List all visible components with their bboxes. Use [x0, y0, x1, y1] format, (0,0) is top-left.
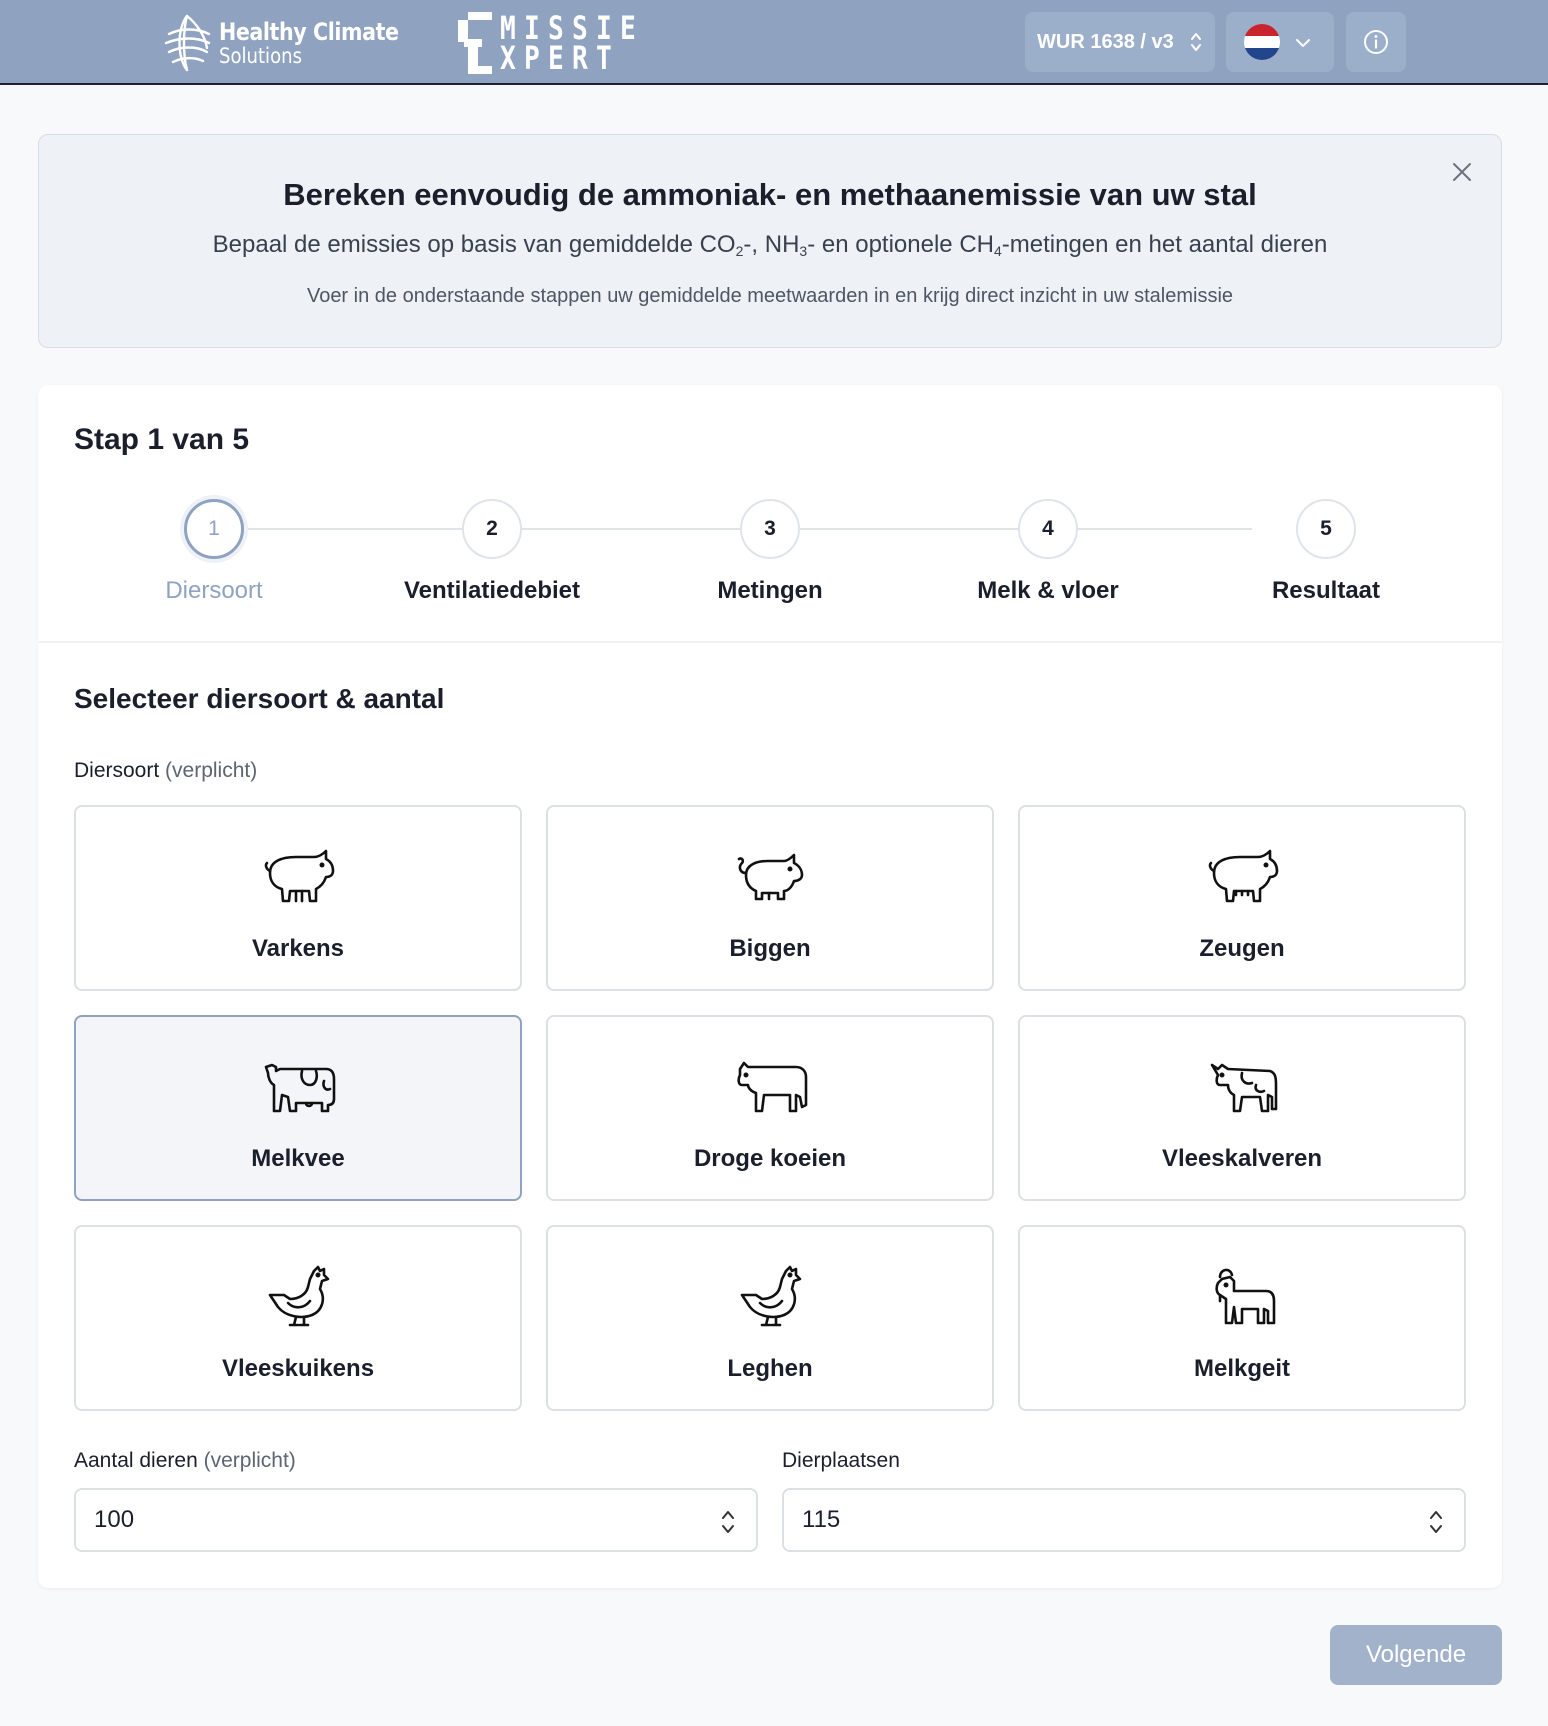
emissie-logo-line2: XPERT — [500, 39, 620, 77]
animal-tile-varkens[interactable]: Varkens — [74, 805, 522, 991]
info-button[interactable] — [1346, 12, 1406, 72]
language-select[interactable] — [1226, 12, 1334, 72]
animal-form-card: Selecteer diersoort & aantal Diersoort (… — [38, 643, 1502, 1588]
emissie-expert-logo[interactable]: MISSIE XPERT — [458, 12, 636, 77]
version-select-value: WUR 1638 / v3 — [1037, 30, 1174, 53]
animal-tile-label: Zeugen — [1199, 935, 1285, 962]
animal-tile-leghen[interactable]: Leghen — [546, 1225, 994, 1411]
animal-count-value: 100 — [94, 1506, 135, 1533]
step-1-circle[interactable]: 1 — [184, 499, 244, 559]
animal-tile-label: Varkens — [251, 935, 345, 962]
brand-name: Healthy Climate — [219, 17, 399, 46]
animal-count-label: Aantal dieren (verplicht) — [74, 1449, 296, 1472]
chevron-up-down-icon — [1191, 33, 1201, 51]
animal-places-label: Dierplaatsen — [782, 1449, 900, 1472]
healthy-climate-logo[interactable]: Healthy Climate Solutions — [163, 12, 428, 74]
calf-icon — [1210, 1063, 1278, 1113]
info-icon — [1364, 30, 1388, 54]
step-3-label: Metingen — [717, 577, 823, 604]
sow-icon — [1208, 849, 1279, 903]
animal-places-value: 115 — [802, 1506, 841, 1533]
step-2-label: Ventilatiedebiet — [403, 577, 581, 604]
animal-tile-label: Melkgeit — [1193, 1355, 1291, 1382]
intro-banner: Bereken eenvoudig de ammoniak- en methaa… — [38, 134, 1502, 348]
animal-tile-label: Leghen — [727, 1355, 813, 1382]
step-3-circle[interactable]: 3 — [740, 499, 800, 559]
animal-tile-biggen[interactable]: Biggen — [546, 805, 994, 991]
broiler-chicken-icon — [268, 1265, 330, 1327]
pig-icon — [264, 849, 335, 903]
top-bar: Healthy Climate Solutions MISSIE XPERT W… — [0, 0, 1548, 85]
animal-tile-label: Biggen — [729, 935, 811, 962]
dry-cow-icon — [737, 1061, 808, 1113]
globe-logo-icon — [164, 14, 211, 72]
animal-tile-label: Droge koeien — [693, 1145, 847, 1172]
next-button[interactable]: Volgende — [1330, 1625, 1502, 1685]
animal-tile-melkvee[interactable]: Melkvee — [74, 1015, 522, 1201]
animal-tile-label: Vleeskuikens — [221, 1355, 375, 1382]
animal-tile-melkgeit[interactable]: Melkgeit — [1018, 1225, 1466, 1411]
number-stepper-icon[interactable] — [720, 1508, 736, 1536]
step-2-circle[interactable]: 2 — [462, 499, 522, 559]
chevron-down-icon — [1296, 39, 1310, 47]
laying-hen-icon — [740, 1265, 802, 1327]
animal-type-label: Diersoort (verplicht) — [74, 759, 258, 782]
animal-tile-label: Melkvee — [251, 1145, 345, 1172]
brand-tagline: Solutions — [219, 43, 302, 68]
banner-title: Bereken eenvoudig de ammoniak- en methaa… — [283, 177, 1257, 212]
nl-flag-icon — [1244, 24, 1280, 60]
step-1-label: Diersoort — [165, 577, 263, 604]
animal-tile-vleeskuikens[interactable]: Vleeskuikens — [74, 1225, 522, 1411]
animal-places-input[interactable]: 115 — [782, 1488, 1466, 1552]
animal-tile-vleeskalveren[interactable]: Vleeskalveren — [1018, 1015, 1466, 1201]
goat-icon — [1215, 1268, 1276, 1325]
animal-tile-droge-koeien[interactable]: Droge koeien — [546, 1015, 994, 1201]
step-5-label: Resultaat — [1271, 577, 1381, 604]
progress-stepper: 1 2 3 4 5 Diersoort Ventilatiedebiet Met… — [38, 385, 1502, 641]
emissie-e-logo-icon — [458, 12, 492, 74]
piglet-icon — [737, 853, 804, 901]
step-4-label: Melk & vloer — [977, 577, 1119, 604]
section-title: Selecteer diersoort & aantal — [74, 683, 445, 714]
dairy-cow-icon — [264, 1063, 336, 1113]
banner-subtitle: Bepaal de emissies op basis van gemiddel… — [212, 231, 1328, 259]
animal-tile-zeugen[interactable]: Zeugen — [1018, 805, 1466, 991]
step-4-circle[interactable]: 4 — [1018, 499, 1078, 559]
version-select[interactable]: WUR 1638 / v3 — [1025, 12, 1215, 72]
step-5-circle[interactable]: 5 — [1296, 499, 1356, 559]
banner-note: Voer in de onderstaande stappen uw gemid… — [306, 285, 1234, 307]
animal-tile-label: Vleeskalveren — [1161, 1145, 1323, 1172]
animal-count-input[interactable]: 100 — [74, 1488, 758, 1552]
number-stepper-icon[interactable] — [1428, 1508, 1444, 1536]
stepper-card: Stap 1 van 5 1 2 3 4 5 Diersoort Ventila… — [38, 385, 1502, 641]
